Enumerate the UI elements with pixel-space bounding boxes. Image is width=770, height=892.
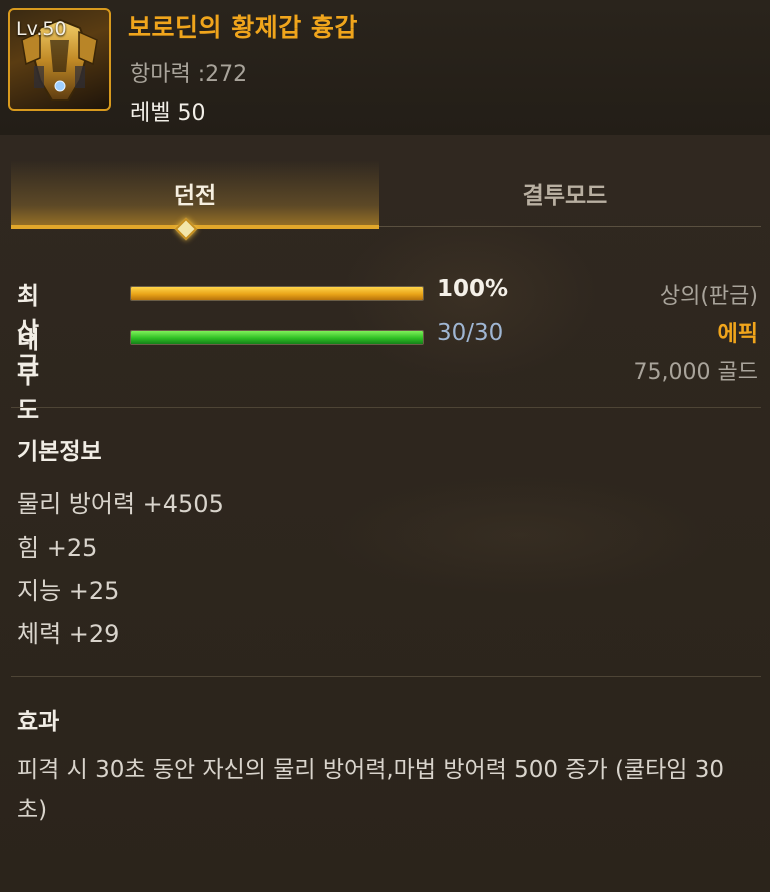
durability-value: 30/30 [437, 320, 504, 346]
stat-vitality: 체력 +29 [17, 620, 120, 648]
sell-price: 75,000 골드 [633, 360, 758, 385]
item-header: Lv.50 보로딘의 황제갑 흉갑 항마력 : 272 레벨 50 [0, 0, 770, 135]
effect-title: 효과 [17, 709, 60, 735]
stat-strength: 힘 +25 [17, 534, 98, 562]
stat-intelligence: 지능 +25 [17, 577, 120, 605]
magic-resist: 항마력 : 272 [130, 56, 247, 88]
magic-resist-label: 항마력 : [130, 62, 206, 87]
magic-resist-value: 272 [205, 62, 248, 87]
stat-physical-defense: 물리 방어력 +4505 [17, 490, 224, 518]
rarity: 에픽 [717, 322, 758, 347]
divider [11, 407, 761, 408]
item-level: 레벨 50 [130, 101, 206, 126]
tab-dungeon[interactable]: 던전 [11, 160, 379, 229]
mode-tabs: 던전 결투모드 [11, 160, 761, 229]
durability-bar-fill [131, 331, 423, 344]
durability-bar [130, 330, 424, 345]
basic-info-title: 기본정보 [17, 439, 102, 465]
grade-bar [130, 286, 424, 301]
grade-bar-fill [131, 287, 423, 300]
level-badge: Lv.50 [16, 18, 67, 40]
durability-label: 내구도 [17, 326, 40, 424]
effect-description: 피격 시 30초 동안 자신의 물리 방어력,마법 방어력 500 증가 (쿨타… [17, 757, 724, 823]
armor-chest-icon[interactable]: Lv.50 [8, 8, 111, 111]
equip-slot: 상의(판금) [659, 284, 758, 309]
tab-duel-mode[interactable]: 결투모드 [381, 160, 749, 225]
divider [11, 676, 761, 677]
grade-value: 100% [437, 276, 509, 302]
item-name: 보로딘의 황제갑 흉갑 [128, 13, 358, 42]
